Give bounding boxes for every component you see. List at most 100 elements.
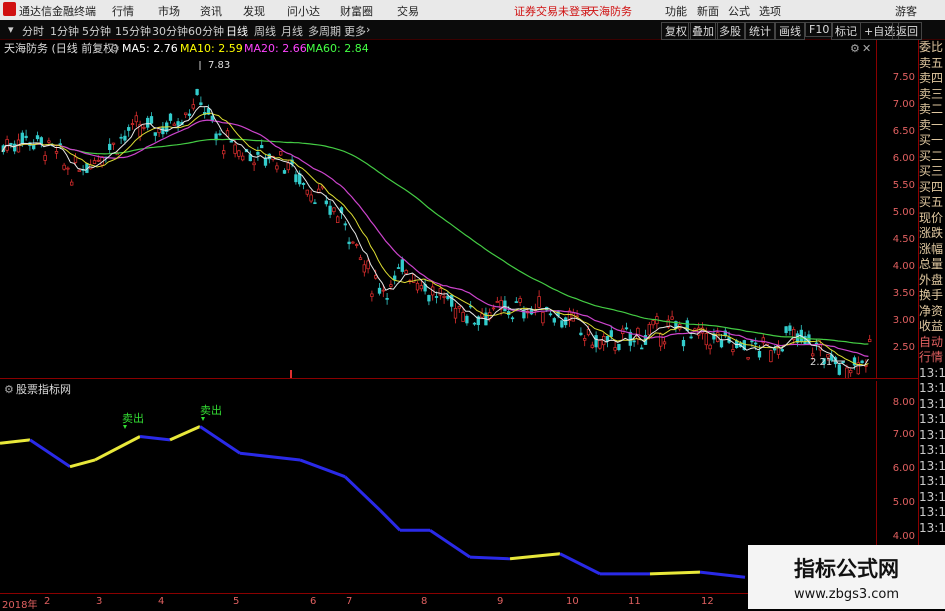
btn-diejia[interactable]: 叠加: [688, 22, 718, 40]
candle-body: [784, 326, 788, 333]
indicator-tick: 7.00: [892, 429, 915, 440]
candle-body: [54, 151, 59, 154]
chevron-down-icon[interactable]: ▾: [8, 23, 14, 36]
btn-fanhui[interactable]: 返回: [892, 22, 922, 40]
chevron-right-icon[interactable]: ›: [366, 23, 370, 36]
tab-multi-period[interactable]: 多周期: [308, 23, 341, 39]
candle-body: [241, 155, 245, 161]
tab-15min[interactable]: 15分钟: [115, 23, 151, 39]
quote-panel-label: 13:14: [919, 458, 945, 473]
menu-xinmian[interactable]: 新面: [697, 3, 719, 19]
candle-body: [108, 143, 112, 151]
quote-panel-label: 13:13: [919, 443, 945, 457]
btn-tongji[interactable]: 统计: [745, 22, 775, 40]
tab-more[interactable]: 更多: [344, 23, 366, 39]
candle-body: [849, 370, 853, 374]
indicator-segment: [378, 509, 402, 532]
menu-hangqing[interactable]: 行情: [112, 3, 134, 19]
candle-body: [43, 155, 47, 161]
price-tick: 4.00: [892, 261, 915, 272]
quote-panel-label: 涨跌: [919, 226, 944, 240]
candle-body: [461, 311, 465, 322]
date-tick: 8: [421, 596, 428, 607]
quote-panel-label: 13:15: [919, 489, 945, 504]
ma60-label: MA60: 2.84: [306, 42, 369, 55]
tab-5min[interactable]: 5分钟: [82, 23, 111, 39]
candle-body: [355, 244, 359, 246]
indicator-segment: [343, 475, 382, 512]
price-tick: 5.50: [892, 180, 915, 191]
tab-30min[interactable]: 30分钟: [152, 23, 188, 39]
candle-body: [275, 165, 279, 170]
price-tick: 7.50: [892, 72, 915, 83]
quote-panel-label: 13:15: [919, 505, 945, 519]
btn-huaxian[interactable]: 画线: [775, 22, 805, 40]
candle-body: [172, 123, 176, 126]
indicator-segment: [559, 552, 601, 576]
candle-body: [757, 351, 762, 358]
indicator-segment: [299, 458, 346, 479]
btn-duogu[interactable]: 多股: [715, 22, 745, 40]
candle-body: [624, 327, 629, 330]
menu-faxian[interactable]: 发现: [243, 3, 265, 19]
menu-xuanxiang[interactable]: 选项: [759, 3, 781, 19]
settings-icon[interactable]: ⚙: [850, 42, 860, 55]
menu-gongneng[interactable]: 功能: [665, 3, 687, 19]
candlestick-chart[interactable]: 天海防务 (日线 前复权) ⚙ MA5: 2.76 MA10: 2.59 MA2…: [0, 40, 876, 378]
indicator-segment: [429, 529, 471, 559]
menu-gongshi[interactable]: 公式: [728, 3, 750, 19]
menu-jiaoyi[interactable]: 交易: [397, 3, 419, 19]
quote-panel-label: 行情: [919, 350, 944, 364]
candle-body: [632, 340, 636, 343]
menu-zixun[interactable]: 资讯: [200, 3, 222, 19]
candle-body: [149, 116, 154, 124]
tab-week[interactable]: 周线: [254, 23, 276, 39]
gear-icon[interactable]: ⚙: [110, 42, 120, 55]
candle-body: [442, 295, 446, 298]
menu-shichang[interactable]: 市场: [158, 3, 180, 19]
menu-wenxiaoda[interactable]: 问小达: [287, 3, 320, 19]
candle-body: [374, 275, 378, 279]
price-tick: 3.50: [892, 288, 915, 299]
candle-body: [594, 335, 598, 348]
indicator-tick: 6.00: [892, 463, 915, 474]
candle-body: [146, 117, 150, 128]
candle-body: [343, 223, 347, 226]
quote-panel-label: 13:13: [919, 427, 945, 442]
indicator-segment: [29, 438, 71, 468]
tab-day[interactable]: 日线: [226, 23, 248, 39]
candle-body: [381, 289, 385, 292]
tab-60min[interactable]: 60分钟: [188, 23, 224, 39]
menu-caifuquan[interactable]: 财富圈: [340, 3, 373, 19]
quote-panel-label: 卖三: [919, 86, 944, 101]
guest-label[interactable]: 游客: [895, 3, 917, 19]
ma10-label: MA10: 2.59: [180, 42, 243, 55]
candle-body: [168, 113, 173, 121]
candle-body: [457, 305, 461, 309]
date-tick: 12: [701, 596, 714, 607]
candle-body: [780, 349, 784, 352]
candle-body: [396, 267, 401, 269]
quote-panel-label: 涨幅: [919, 241, 944, 256]
btn-f10[interactable]: F10: [805, 22, 834, 37]
indicator-chart[interactable]: ⚙ 股票指标网 卖出 卖出: [0, 381, 876, 593]
tab-fenshi[interactable]: 分时: [22, 23, 44, 39]
candle-body: [176, 121, 180, 126]
gear-icon[interactable]: ⚙: [4, 383, 14, 396]
candle-body: [358, 257, 363, 260]
login-status[interactable]: 证券交易未登录: [514, 3, 591, 19]
tab-month[interactable]: 月线: [281, 23, 303, 39]
candle-body: [13, 143, 17, 152]
candle-body: [309, 194, 313, 202]
close-icon[interactable]: ✕: [862, 42, 871, 55]
candle-body: [419, 285, 423, 290]
btn-fuquan[interactable]: 复权: [661, 22, 691, 40]
indicator-title: 股票指标网: [16, 382, 71, 396]
candle-body: [294, 174, 298, 183]
candle-body: [465, 315, 469, 324]
tab-1min[interactable]: 1分钟: [50, 23, 79, 39]
quote-panel-label: 收益: [919, 319, 944, 333]
candle-body: [609, 330, 613, 337]
quote-panel-label: 卖一: [919, 117, 944, 132]
btn-biaoji[interactable]: 标记: [831, 22, 861, 40]
